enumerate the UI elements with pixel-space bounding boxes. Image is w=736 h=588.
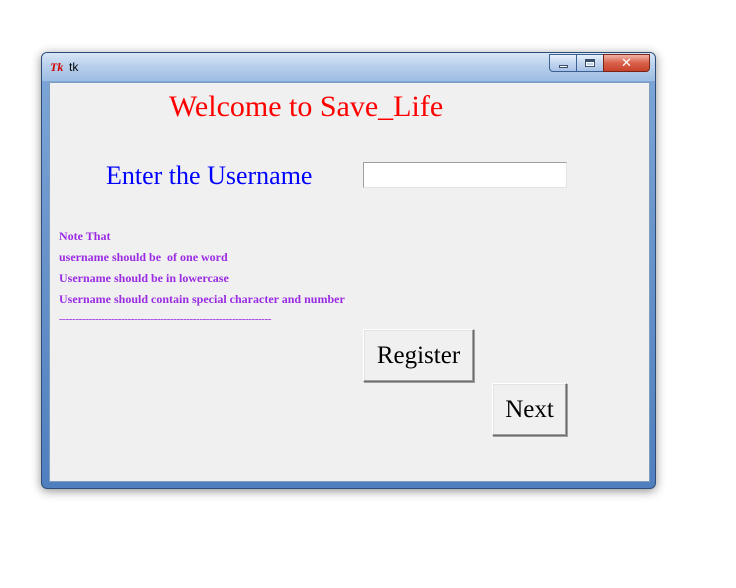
note-separator: ----------------------------------------… <box>59 313 272 325</box>
note-rule-special-chars: Username should contain special characte… <box>59 292 345 306</box>
title-bar[interactable]: Tk tk ✕ <box>42 53 655 81</box>
app-window: Tk tk ✕ Welcome to Save_Life Enter the U… <box>41 52 656 489</box>
note-rule-one-word: username should be of one word <box>59 250 228 264</box>
tk-logo-icon: Tk <box>50 60 64 74</box>
next-button[interactable]: Next <box>492 383 567 436</box>
username-input[interactable] <box>363 162 567 188</box>
welcome-heading: Welcome to Save_Life <box>169 90 444 123</box>
register-button[interactable]: Register <box>363 329 474 382</box>
window-client-area: Welcome to Save_Life Enter the Username … <box>49 82 650 482</box>
note-heading: Note That <box>59 229 111 243</box>
note-rule-lowercase: Username should be in lowercase <box>59 271 229 285</box>
minimize-button[interactable] <box>549 54 576 72</box>
minimize-icon <box>559 65 568 68</box>
close-icon: ✕ <box>621 56 632 71</box>
window-title: tk <box>69 60 79 74</box>
maximize-button[interactable] <box>576 54 603 72</box>
username-label: Enter the Username <box>106 161 313 190</box>
close-button[interactable]: ✕ <box>603 54 650 72</box>
maximize-icon <box>585 59 595 67</box>
window-controls: ✕ <box>549 54 650 73</box>
